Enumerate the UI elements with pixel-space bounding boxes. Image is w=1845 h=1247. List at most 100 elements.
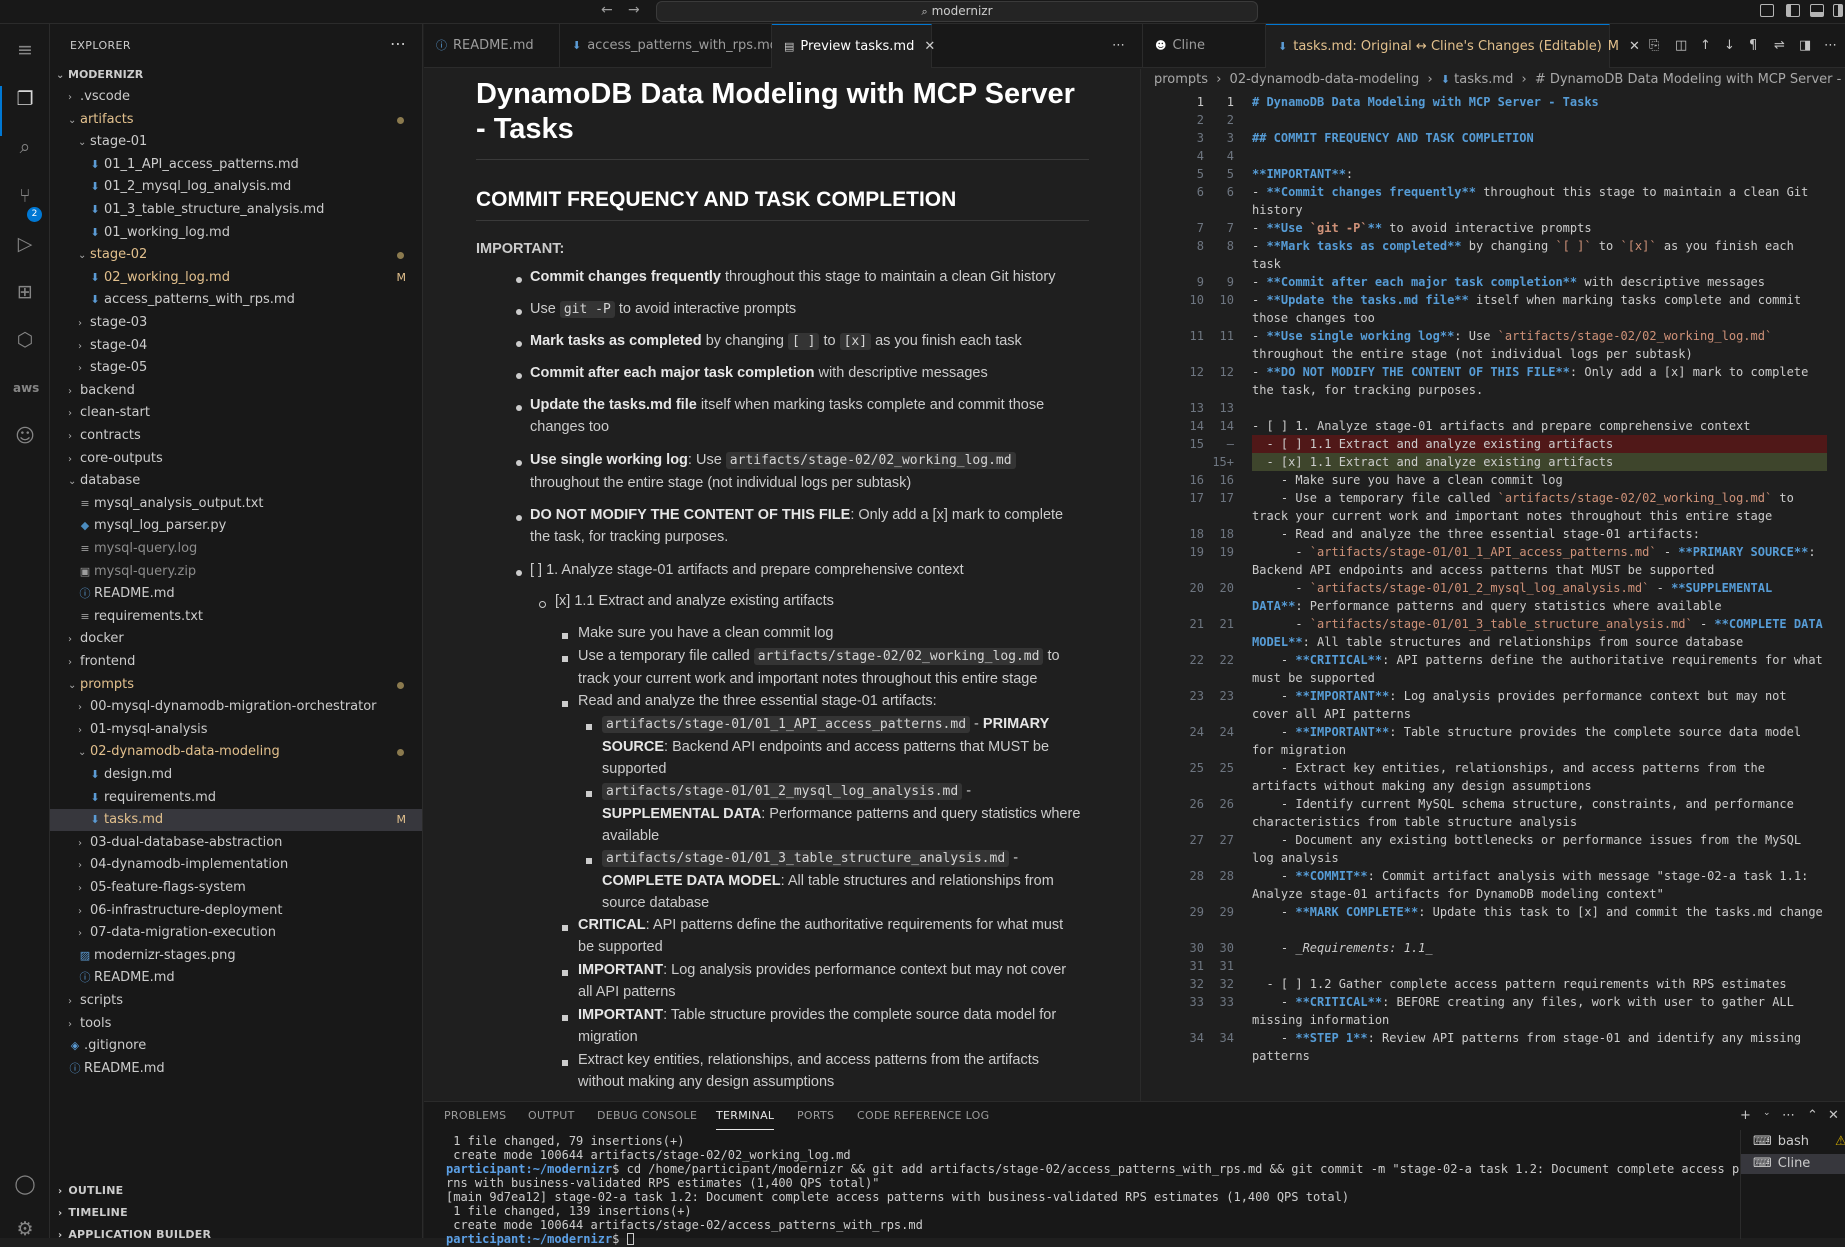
timeline-section[interactable]: › TIMELINE (50, 1202, 422, 1224)
code-line[interactable]: - [ ] 1. Analyze stage-01 artifacts and … (1252, 417, 1827, 435)
tab-access-patterns[interactable]: ⬇ access_patterns_with_rps.md (560, 24, 778, 68)
code-line[interactable]: - **Commit changes frequently** througho… (1252, 183, 1827, 219)
split-icon[interactable]: ◫ (1675, 38, 1687, 53)
tree-folder[interactable]: ⌄ database (50, 470, 422, 492)
tree-folder[interactable]: › core-outputs (50, 448, 422, 470)
tree-folder[interactable]: › scripts (50, 990, 422, 1012)
tree-file[interactable]: ≡ requirements.txt (50, 606, 422, 628)
code-line[interactable]: - **Commit after each major task complet… (1252, 273, 1827, 291)
code-line[interactable]: - `artifacts/stage-01/01_3_table_structu… (1252, 615, 1827, 651)
tree-file[interactable]: ⓘ README.md (50, 967, 422, 989)
tree-file[interactable]: ⬇ tasks.md M (50, 809, 422, 832)
code-line[interactable]: - Make sure you have a clean commit log (1252, 471, 1827, 489)
aws-icon[interactable]: aws (13, 376, 39, 400)
previous-change-icon[interactable]: ↑ (1700, 38, 1711, 53)
tree-file[interactable]: ⬇ 01_3_table_structure_analysis.md (50, 199, 422, 221)
workspace-root[interactable]: ⌄ MODERNIZR (50, 64, 422, 86)
markdown-preview[interactable]: DynamoDB Data Modeling with MCP Server -… (424, 69, 1141, 1101)
split-editor-icon[interactable]: ◨ (1799, 38, 1811, 53)
code-line[interactable]: - Use a temporary file called `artifacts… (1252, 489, 1827, 525)
outline-section[interactable]: › OUTLINE (50, 1180, 422, 1202)
code-line[interactable]: - **IMPORTANT**: Log analysis provides p… (1252, 687, 1827, 723)
code-line[interactable]: - **Use single working log**: Use `artif… (1252, 327, 1827, 363)
close-panel-icon[interactable]: ✕ (1828, 1108, 1839, 1123)
code-line[interactable]: - **COMMIT**: Commit artifact analysis w… (1252, 867, 1827, 903)
tab-cline[interactable]: ☻ Cline (1142, 24, 1266, 68)
tree-file[interactable]: ⓘ README.md (50, 583, 422, 605)
run-debug-icon[interactable]: ▷ (13, 232, 37, 256)
code-line[interactable]: - **Update the tasks.md file** itself wh… (1252, 291, 1827, 327)
terminal-item-cline[interactable]: ⌨ Cline (1741, 1154, 1845, 1174)
tree-file[interactable]: ⬇ requirements.md (50, 787, 422, 809)
tree-file[interactable]: ⬇ access_patterns_with_rps.md (50, 289, 422, 311)
new-terminal-icon[interactable]: + (1740, 1108, 1751, 1123)
code-line[interactable]: - **IMPORTANT**: Table structure provide… (1252, 723, 1827, 759)
toggle-secondary-sidebar-icon[interactable] (1833, 4, 1843, 17)
tree-folder[interactable]: ⌄ 02-dynamodb-data-modeling (50, 741, 422, 763)
tree-folder[interactable]: › 03-dual-database-abstraction (50, 832, 422, 854)
tree-file[interactable]: ⬇ 01_2_mysql_log_analysis.md (50, 176, 422, 198)
tree-file[interactable]: ≡ mysql_analysis_output.txt (50, 493, 422, 515)
more-actions-icon[interactable]: ⋯ (1112, 38, 1125, 53)
cline-icon[interactable]: ☺ (13, 424, 37, 448)
code-line[interactable]: - [ ] 1.1 Extract and analyze existing a… (1252, 435, 1827, 453)
tab-ports[interactable]: PORTS (797, 1102, 834, 1130)
breadcrumb-item[interactable]: prompts (1154, 72, 1208, 87)
tree-file[interactable]: ⬇ design.md (50, 764, 422, 786)
code-line[interactable]: ## COMMIT FREQUENCY AND TASK COMPLETION (1252, 129, 1827, 147)
code-line[interactable]: - Identify current MySQL schema structur… (1252, 795, 1827, 831)
breadcrumb-item[interactable]: 02-dynamodb-data-modeling (1230, 72, 1420, 87)
tree-file[interactable]: ⬇ 01_working_log.md (50, 222, 422, 244)
code-line[interactable]: - **CRITICAL**: API patterns define the … (1252, 651, 1827, 687)
tree-folder[interactable]: › 05-feature-flags-system (50, 877, 422, 899)
close-tab-icon[interactable]: ✕ (924, 39, 935, 54)
code-line[interactable]: - Read and analyze the three essential s… (1252, 525, 1827, 543)
diff-editor[interactable]: 1 1 # DynamoDB Data Modeling with MCP Serv… (1142, 91, 1845, 1101)
whitespace-icon[interactable]: ¶ (1749, 38, 1757, 53)
chevron-down-icon[interactable]: ⌄ (1763, 1108, 1771, 1118)
tab-debug-console[interactable]: DEBUG CONSOLE (597, 1102, 697, 1130)
tree-folder[interactable]: › stage-04 (50, 335, 422, 357)
code-line[interactable]: # DynamoDB Data Modeling with MCP Server… (1252, 93, 1827, 111)
tree-folder[interactable]: ⌄ prompts (50, 674, 422, 696)
code-line[interactable]: - Document any existing bottlenecks or p… (1252, 831, 1827, 867)
code-line[interactable]: - `artifacts/stage-01/01_1_API_access_pa… (1252, 543, 1827, 579)
tree-folder[interactable]: ⌄ stage-02 (50, 244, 422, 266)
tree-folder[interactable]: › tools (50, 1013, 422, 1035)
tree-folder[interactable]: › backend (50, 380, 422, 402)
tree-file[interactable]: ▣ mysql-query.zip (50, 561, 422, 583)
inline-view-icon[interactable]: ⇌ (1774, 38, 1785, 53)
remote-explorer-icon[interactable]: ⬡ (13, 328, 37, 352)
tree-folder[interactable]: › stage-05 (50, 357, 422, 379)
layout-icon[interactable] (1760, 4, 1774, 17)
explorer-icon[interactable]: ❐ (13, 87, 37, 111)
tree-folder[interactable]: ⌄ artifacts (50, 109, 422, 131)
tree-file[interactable]: ⓘ README.md (50, 1058, 422, 1080)
menu-icon[interactable]: ≡ (13, 38, 37, 62)
breadcrumb-item[interactable]: tasks.md (1454, 72, 1513, 87)
terminal-item-bash[interactable]: ⌨ bash ⚠ (1753, 1132, 1845, 1152)
tab-output[interactable]: OUTPUT (528, 1102, 575, 1130)
breadcrumb-item[interactable]: # DynamoDB Data Modeling with MCP Server… (1535, 72, 1845, 87)
forward-arrow-icon[interactable]: → (628, 2, 640, 18)
tree-file[interactable]: ◈ .gitignore (50, 1035, 422, 1057)
code-line[interactable]: - `artifacts/stage-01/01_2_mysql_log_ana… (1252, 579, 1827, 615)
tree-folder[interactable]: › 01-mysql-analysis (50, 719, 422, 741)
account-icon[interactable]: ◯ (13, 1172, 37, 1196)
code-line[interactable]: - **STEP 1**: Review API patterns from s… (1252, 1029, 1827, 1065)
source-control-icon[interactable]: ⑂ (13, 184, 37, 208)
tab-problems[interactable]: PROBLEMS (444, 1102, 506, 1130)
tree-folder[interactable]: › 06-infrastructure-deployment (50, 900, 422, 922)
code-line[interactable]: - **Mark tasks as completed** by changin… (1252, 237, 1827, 273)
maximize-panel-icon[interactable]: ⌃ (1807, 1108, 1818, 1123)
more-actions-icon[interactable]: ⋯ (1782, 1108, 1795, 1123)
tree-file[interactable]: ◆ mysql_log_parser.py (50, 515, 422, 537)
tree-folder[interactable]: › frontend (50, 651, 422, 673)
tree-file[interactable]: ≡ mysql-query.log (50, 538, 422, 560)
tree-folder[interactable]: › 00-mysql-dynamodb-migration-orchestrato… (50, 696, 422, 718)
tree-folder[interactable]: › 04-dynamodb-implementation (50, 854, 422, 876)
tab-code-reference-log[interactable]: CODE REFERENCE LOG (857, 1102, 989, 1130)
next-change-icon[interactable]: ↓ (1724, 38, 1735, 53)
back-arrow-icon[interactable]: ← (601, 2, 613, 18)
code-line[interactable]: - [x] 1.1 Extract and analyze existing a… (1252, 453, 1827, 471)
